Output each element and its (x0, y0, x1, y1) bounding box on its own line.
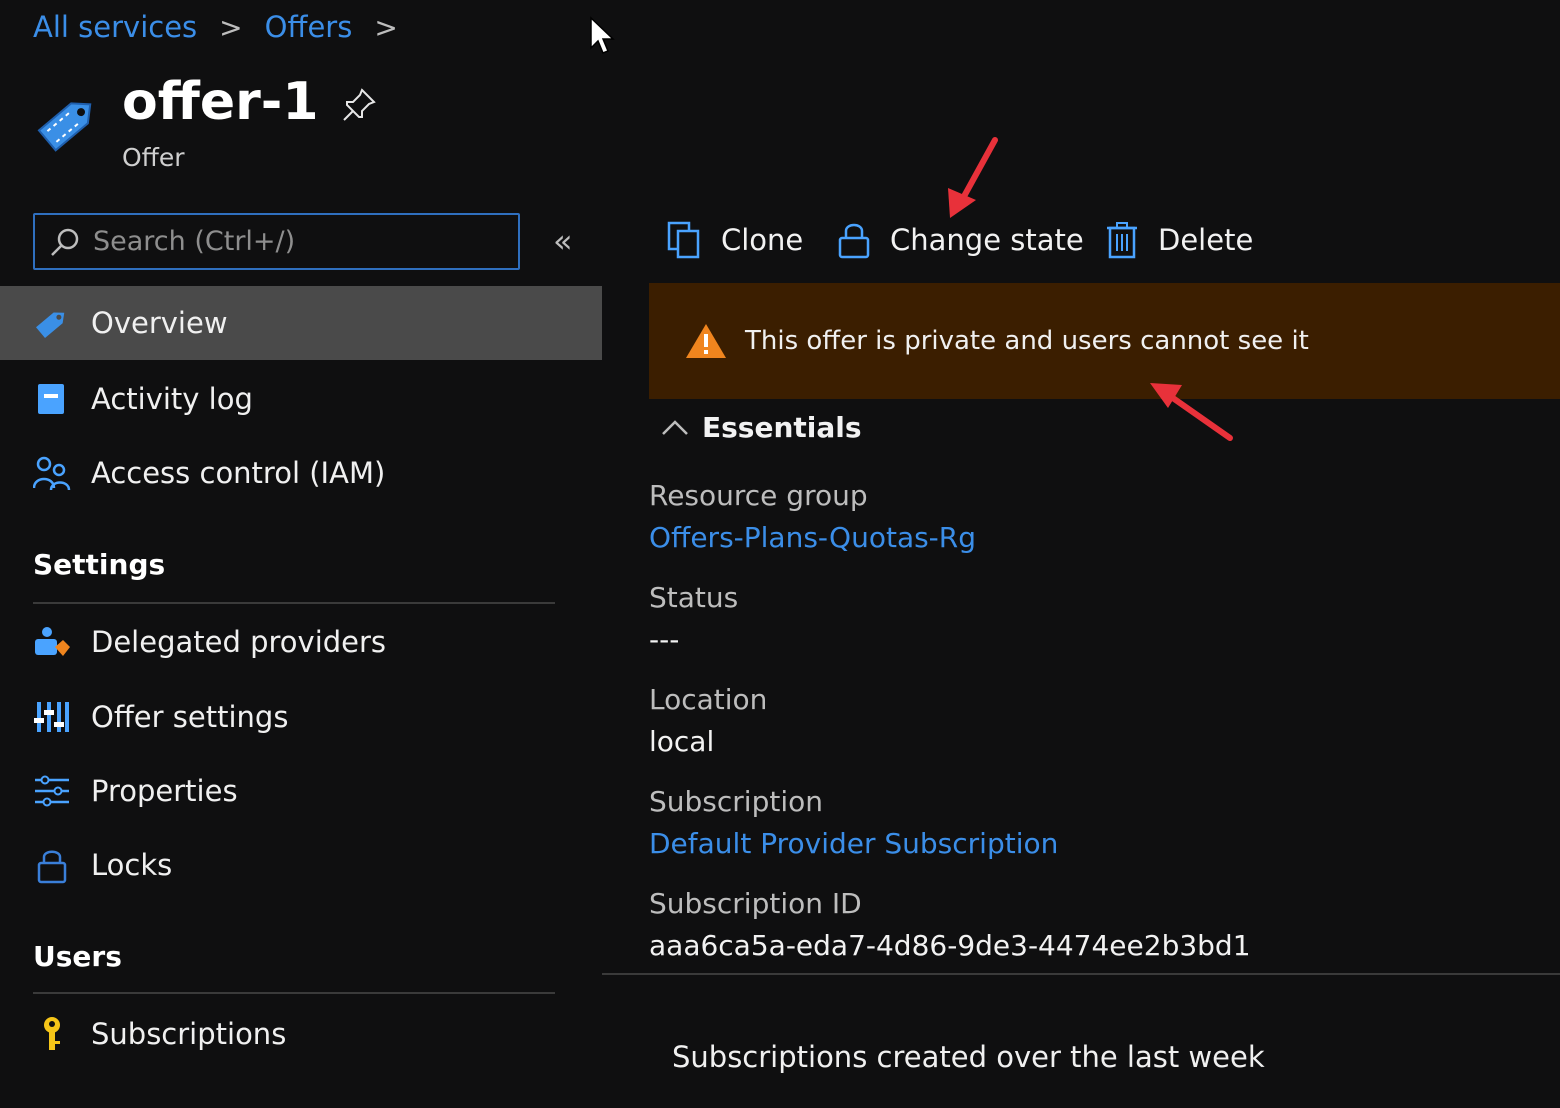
pin-icon[interactable] (340, 86, 378, 124)
delete-button[interactable]: Delete (1102, 220, 1253, 260)
search-box[interactable] (33, 213, 520, 270)
sidebar-item-offer-settings[interactable]: Offer settings (0, 680, 602, 754)
sidebar-item-locks[interactable]: Locks (0, 828, 602, 902)
banner-message: This offer is private and users cannot s… (745, 326, 1309, 356)
change-state-button[interactable]: Change state (834, 220, 1084, 260)
subscription-link[interactable]: Default Provider Subscription (649, 827, 1058, 860)
page-subtitle: Offer (122, 143, 185, 172)
page-title: offer-1 (122, 72, 319, 132)
mouse-cursor-icon (590, 16, 615, 54)
search-input[interactable] (93, 226, 493, 257)
location-value: local (649, 725, 715, 758)
section-divider (33, 602, 555, 604)
sidebar-item-delegated-providers[interactable]: Delegated providers (0, 605, 602, 679)
copy-icon (665, 220, 705, 260)
essentials-divider (602, 973, 1560, 975)
lock-icon (834, 220, 874, 260)
clone-button[interactable]: Clone (665, 220, 803, 260)
location-label: Location (649, 683, 768, 716)
breadcrumb: All services > Offers > (33, 10, 420, 44)
change-state-label: Change state (890, 223, 1084, 257)
sidebar-item-label: Offer settings (91, 700, 289, 734)
tag-icon (37, 102, 92, 152)
clone-label: Clone (721, 223, 804, 257)
subscription-label: Subscription (649, 785, 823, 818)
key-icon (33, 1015, 71, 1053)
collapse-sidebar-button[interactable]: « (553, 222, 573, 260)
section-divider (33, 992, 555, 994)
sidebar-item-label: Activity log (91, 382, 253, 416)
breadcrumb-separator: > (219, 10, 243, 44)
trash-icon (1102, 220, 1142, 260)
essentials-toggle[interactable]: Essentials (660, 411, 862, 444)
sidebar-item-overview[interactable]: Overview (0, 286, 602, 360)
breadcrumb-offers[interactable]: Offers (265, 10, 353, 44)
search-icon (51, 228, 79, 256)
users-section-heading: Users (33, 940, 122, 973)
sidebar-item-access-control[interactable]: Access control (IAM) (0, 436, 602, 510)
sidebar-item-activity-log[interactable]: Activity log (0, 362, 602, 436)
sidebar-item-label: Locks (91, 848, 173, 882)
subscriptions-chart-title: Subscriptions created over the last week (672, 1040, 1265, 1074)
private-offer-warning-banner: This offer is private and users cannot s… (649, 283, 1560, 399)
status-value: --- (649, 623, 680, 656)
sidebar-item-label: Subscriptions (91, 1017, 287, 1051)
status-label: Status (649, 581, 739, 614)
activity-log-icon (33, 380, 71, 418)
delete-label: Delete (1158, 223, 1254, 257)
sidebar-item-label: Delegated providers (91, 625, 387, 659)
delegated-providers-icon (33, 623, 71, 661)
essentials-heading: Essentials (702, 411, 862, 444)
sliders-icon (33, 698, 71, 736)
people-icon (33, 454, 71, 492)
resource-group-label: Resource group (649, 479, 868, 512)
tag-icon (33, 304, 71, 342)
sidebar-item-label: Overview (91, 306, 228, 340)
subscription-id-label: Subscription ID (649, 887, 862, 920)
lock-icon (33, 846, 71, 884)
resource-group-link[interactable]: Offers-Plans-Quotas-Rg (649, 521, 976, 554)
properties-icon (33, 772, 71, 810)
sidebar-item-label: Properties (91, 774, 238, 808)
annotation-arrow-change-state (948, 137, 998, 218)
warning-icon (686, 324, 726, 358)
subscription-id-value: aaa6ca5a-eda7-4d86-9de3-4474ee2b3bd1 (649, 929, 1251, 962)
breadcrumb-all-services[interactable]: All services (33, 10, 197, 44)
settings-section-heading: Settings (33, 548, 166, 581)
chevron-up-icon (662, 419, 688, 435)
breadcrumb-separator: > (374, 10, 398, 44)
sidebar-item-label: Access control (IAM) (91, 456, 386, 490)
sidebar-item-properties[interactable]: Properties (0, 754, 602, 828)
sidebar-item-subscriptions[interactable]: Subscriptions (0, 997, 602, 1071)
